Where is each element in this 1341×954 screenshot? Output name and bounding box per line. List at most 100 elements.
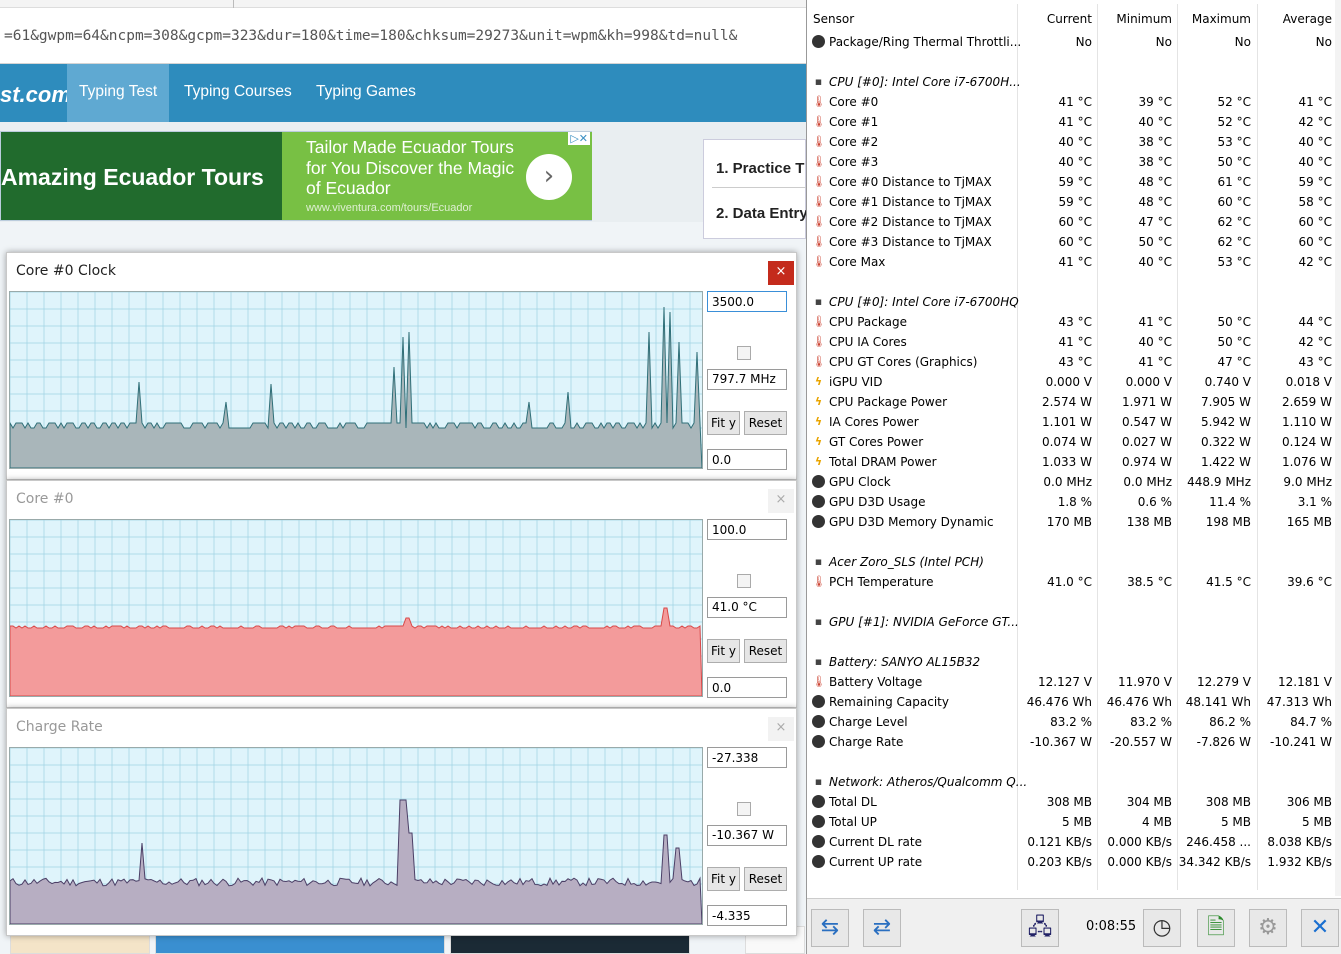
reset-button[interactable]: Reset (744, 639, 787, 663)
expand-arrows-icon[interactable]: ⇆ (811, 909, 849, 947)
scrollbar[interactable] (1335, 0, 1341, 896)
sensor-row[interactable]: ϟ Total DRAM Power 1.033 W 0.974 W 1.422 W 1.… (807, 452, 1341, 472)
practice-item[interactable]: 1. Practice T (716, 160, 804, 177)
graph-window-core0-temp[interactable]: Core #0 × 41.0 °C Fit y Reset (6, 480, 797, 708)
address-bar[interactable]: =61&gwpm=64&ncpm=308&gcpm=323&dur=180&ti… (0, 0, 806, 64)
sensor-group-header[interactable]: ▪ CPU [#0]: Intel Core i7-6700H... (807, 72, 1341, 92)
graph-min-field[interactable] (707, 905, 787, 926)
sensor-row[interactable]: 🌡 Core #3 Distance to TjMAX 60 °C 50 °C 62 °… (807, 232, 1341, 252)
sensor-maximum-value: 50 °C (1217, 155, 1251, 169)
sensor-minimum-value: 0.000 KB/s (1107, 835, 1172, 849)
sensor-row[interactable]: ϟ IA Cores Power 1.101 W 0.547 W 5.942 W 1.11… (807, 412, 1341, 432)
graph-checkbox[interactable] (737, 346, 751, 360)
sensor-row[interactable]: 🌡 Core #0 41 °C 39 °C 52 °C 41 °C (807, 92, 1341, 112)
network-computers-icon[interactable]: 🖧 (1021, 909, 1059, 947)
graph-window-charge-rate[interactable]: Charge Rate × -10.367 W Fit y Reset (6, 708, 797, 936)
sensor-group-header[interactable]: ▪ Battery: SANYO AL15B32 (807, 652, 1341, 672)
sensor-minimum-value: 1.971 W (1121, 395, 1172, 409)
sensor-row[interactable]: 🌡 Core #0 Distance to TjMAX 59 °C 48 °C 61 °… (807, 172, 1341, 192)
sensor-row[interactable]: 🌡 Battery Voltage 12.127 V 11.970 V 12.279 V… (807, 672, 1341, 692)
close-icon[interactable]: ✕ (1301, 909, 1339, 947)
sensor-group-header[interactable]: ▪ Network: Atheros/Qualcomm Q... (807, 772, 1341, 792)
column-header-sensor[interactable]: Sensor (813, 12, 854, 26)
column-header-minimum[interactable]: Minimum (1116, 12, 1172, 26)
sensor-row[interactable]: Remaining Capacity 46.476 Wh 46.476 Wh 48.1… (807, 692, 1341, 712)
column-header-current[interactable]: Current (1047, 12, 1092, 26)
sensor-row[interactable]: Current UP rate 0.203 KB/s 0.000 KB/s 34.34… (807, 852, 1341, 872)
sensor-group-header[interactable]: ▪ Acer Zoro_SLS (Intel PCH) (807, 552, 1341, 572)
sensor-row[interactable]: Total DL 308 MB 304 MB 308 MB 306 MB (807, 792, 1341, 812)
close-icon[interactable]: × (768, 261, 794, 285)
close-icon[interactable]: × (768, 489, 794, 513)
sensor-row[interactable]: 🌡 CPU IA Cores 41 °C 40 °C 50 °C 42 °C (807, 332, 1341, 352)
graph-window-core-clock[interactable]: Core #0 Clock × 797.7 MHz Fit y Reset (6, 252, 797, 480)
sensor-row[interactable]: ϟ GT Cores Power 0.074 W 0.027 W 0.322 W 0.12… (807, 432, 1341, 452)
sensor-label: Charge Rate (829, 735, 904, 749)
graph-min-field[interactable] (707, 677, 787, 698)
sensor-group-header[interactable]: ▪ CPU [#0]: Intel Core i7-6700HQ (807, 292, 1341, 312)
reset-button[interactable]: Reset (744, 411, 787, 435)
sensor-row[interactable]: 🌡 Core #2 40 °C 38 °C 53 °C 40 °C (807, 132, 1341, 152)
graph-checkbox[interactable] (737, 574, 751, 588)
sensor-row[interactable]: GPU D3D Usage 1.8 % 0.6 % 11.4 % 3.1 % (807, 492, 1341, 512)
sensor-maximum-value: 7.905 W (1200, 395, 1251, 409)
fit-y-button[interactable]: Fit y (707, 411, 740, 435)
sensor-row[interactable]: 🌡 CPU GT Cores (Graphics) 43 °C 41 °C 47 °C 4… (807, 352, 1341, 372)
nav-typing-games[interactable]: Typing Games (304, 64, 428, 122)
sensor-row[interactable]: 🌡 Core #1 Distance to TjMAX 59 °C 48 °C 60 °… (807, 192, 1341, 212)
sensor-row[interactable]: 🌡 Core #3 40 °C 38 °C 50 °C 40 °C (807, 152, 1341, 172)
column-header-average[interactable]: Average (1283, 12, 1332, 26)
sensor-label: Core #1 Distance to TjMAX (829, 195, 992, 209)
ad-choices-icon[interactable]: ▷✕ (568, 132, 590, 145)
graph-max-field[interactable] (707, 747, 787, 768)
sensor-label: CPU IA Cores (829, 335, 907, 349)
sensor-minimum-value: 48 °C (1138, 175, 1172, 189)
reset-button[interactable]: Reset (744, 867, 787, 891)
sensor-row[interactable]: 🌡 Core #1 41 °C 40 °C 52 °C 42 °C (807, 112, 1341, 132)
site-logo[interactable]: st.com (0, 82, 71, 108)
sensor-header: Sensor Current Minimum Maximum Average (807, 0, 1341, 32)
chevron-right-icon[interactable]: › (526, 154, 572, 200)
sensor-maximum-value: 5.942 W (1200, 415, 1251, 429)
graph-max-field[interactable] (707, 291, 787, 312)
sensor-label: Total DRAM Power (829, 455, 937, 469)
clock-icon[interactable]: ◷ (1143, 909, 1181, 947)
sensor-row[interactable]: ϟ CPU Package Power 2.574 W 1.971 W 7.905 W 2… (807, 392, 1341, 412)
sensor-row[interactable]: 🌡 Core #2 Distance to TjMAX 60 °C 47 °C 62 °… (807, 212, 1341, 232)
sensor-row[interactable]: Charge Level 83.2 % 83.2 % 86.2 % 84.7 % (807, 712, 1341, 732)
close-icon[interactable]: × (768, 717, 794, 741)
sensor-current-value: 41 °C (1058, 115, 1092, 129)
column-header-maximum[interactable]: Maximum (1192, 12, 1251, 26)
graph-checkbox[interactable] (737, 802, 751, 816)
nav-typing-courses[interactable]: Typing Courses (172, 64, 304, 122)
url-text[interactable]: =61&gwpm=64&ncpm=308&gcpm=323&dur=180&ti… (4, 28, 737, 44)
sensor-row[interactable]: ϟ iGPU VID 0.000 V 0.000 V 0.740 V 0.018 V (807, 372, 1341, 392)
gear-icon[interactable]: ⚙ (1249, 909, 1287, 947)
lightning-icon: ϟ (814, 415, 823, 428)
ad-headline[interactable]: Tailor Made Ecuador Tours for You Discov… (306, 137, 526, 199)
sensor-row[interactable]: 🌡 Core Max 41 °C 40 °C 53 °C 42 °C (807, 252, 1341, 272)
graph-max-field[interactable] (707, 519, 787, 540)
collapse-arrows-icon[interactable]: ⇄ (863, 909, 901, 947)
sensor-row[interactable]: 🌡 CPU Package 43 °C 41 °C 50 °C 44 °C (807, 312, 1341, 332)
ad-url[interactable]: www.viventura.com/tours/Ecuador (306, 202, 472, 214)
practice-item[interactable]: 2. Data Entry (716, 205, 806, 222)
ad-banner[interactable]: Amazing Ecuador Tours Tailor Made Ecuado… (0, 131, 592, 221)
sensor-row[interactable]: Current DL rate 0.121 KB/s 0.000 KB/s 246.4… (807, 832, 1341, 852)
sensor-average-value: 3.1 % (1297, 495, 1332, 509)
add-report-icon[interactable]: 🗎 (1197, 909, 1235, 947)
graph-min-field[interactable] (707, 449, 787, 470)
sensor-row[interactable]: GPU Clock 0.0 MHz 0.0 MHz 448.9 MHz 9.0 MHz (807, 472, 1341, 492)
sensor-row[interactable]: Charge Rate -10.367 W -20.557 W -7.826 W -10… (807, 732, 1341, 752)
sensor-maximum-value: 47 °C (1217, 355, 1251, 369)
sensor-row[interactable]: GPU D3D Memory Dynamic 170 MB 138 MB 198 MB… (807, 512, 1341, 532)
nav-typing-test[interactable]: Typing Test (67, 64, 170, 122)
sensor-row[interactable]: 🌡 PCH Temperature 41.0 °C 38.5 °C 41.5 °C 39.… (807, 572, 1341, 592)
sensor-label: GPU [#1]: NVIDIA GeForce GT... (829, 615, 1019, 629)
sensor-group-header[interactable]: ▪ GPU [#1]: NVIDIA GeForce GT... (807, 612, 1341, 632)
sensor-row[interactable]: Total UP 5 MB 4 MB 5 MB 5 MB (807, 812, 1341, 832)
sensor-row[interactable]: Package/Ring Thermal Throttli... No No No No (807, 32, 1341, 52)
fit-y-button[interactable]: Fit y (707, 639, 740, 663)
fit-y-button[interactable]: Fit y (707, 867, 740, 891)
sensor-label: Core #3 Distance to TjMAX (829, 235, 992, 249)
